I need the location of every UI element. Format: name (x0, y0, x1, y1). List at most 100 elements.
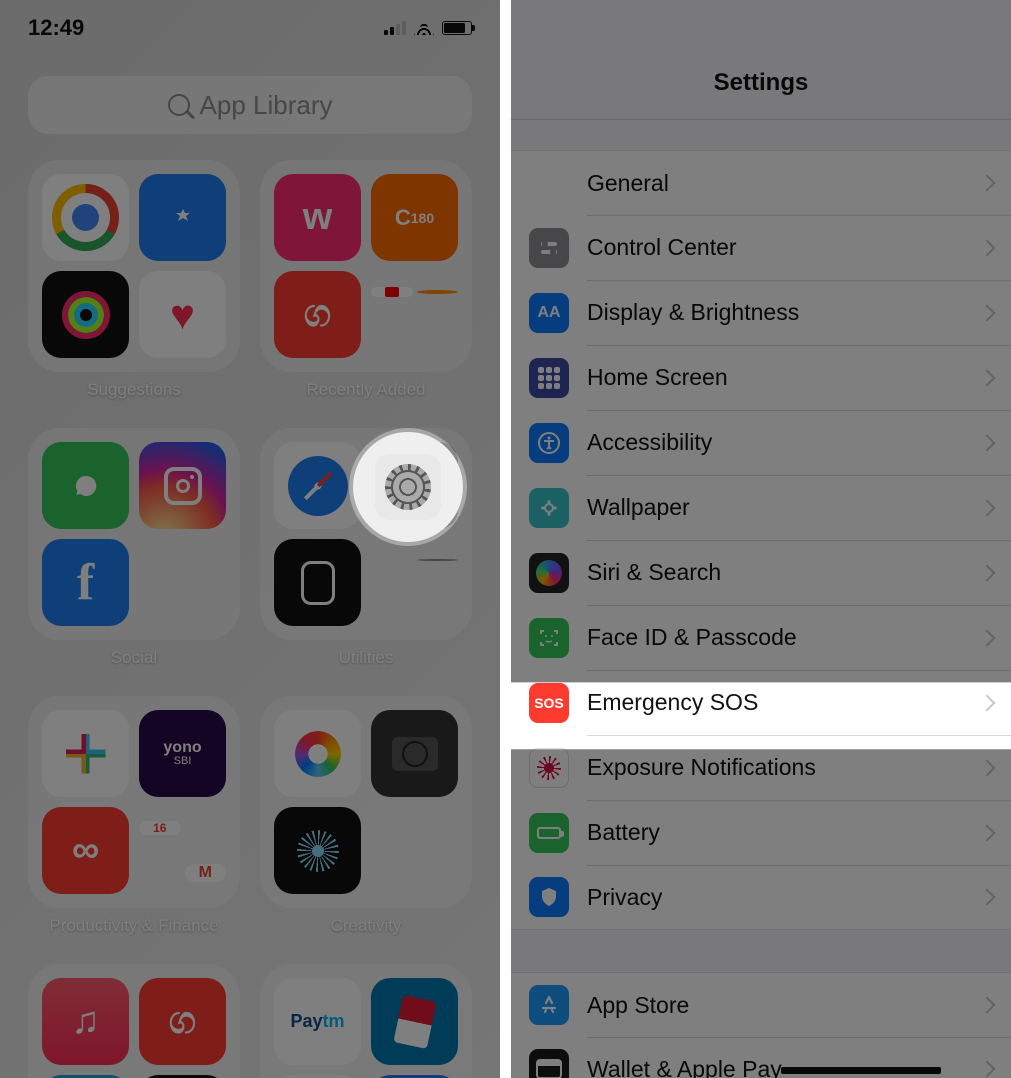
app-cluster[interactable] (371, 271, 458, 358)
chevron-right-icon (979, 239, 996, 256)
app-icon[interactable]: C180 (371, 174, 458, 261)
row-display-brightness[interactable]: AA Display & Brightness (511, 280, 1011, 345)
app-facebook[interactable]: f (42, 539, 129, 626)
app-icon[interactable]: ග (139, 978, 226, 1065)
siri-icon (529, 553, 569, 593)
app-icon[interactable]: ∞ (42, 807, 129, 894)
battery-icon (442, 21, 472, 35)
side-by-side: 12:49 App Library ♥ Sugg (0, 0, 1011, 1078)
app-app-store[interactable] (139, 174, 226, 261)
app-dominos[interactable] (371, 978, 458, 1065)
row-exposure-notifications[interactable]: Exposure Notifications (511, 735, 1011, 800)
app-settings-highlighted[interactable] (375, 454, 441, 520)
chevron-right-icon (979, 499, 996, 516)
chevron-right-icon (979, 369, 996, 386)
accessibility-icon (529, 423, 569, 463)
app-cluster[interactable]: 16 M (139, 807, 226, 894)
row-wallet-apple-pay[interactable]: Wallet & Apple Pay (511, 1037, 1011, 1078)
app-chrome[interactable] (42, 174, 129, 261)
app-whatsapp[interactable] (42, 442, 129, 529)
row-accessibility[interactable]: Accessibility (511, 410, 1011, 475)
status-time: 12:49 (28, 15, 84, 41)
app-cluster[interactable] (371, 807, 458, 894)
home-screen-icon (529, 358, 569, 398)
chevron-right-icon (979, 889, 996, 906)
folder-partial[interactable]: ♫ ග primevideo N (28, 964, 240, 1078)
exposure-icon (529, 748, 569, 788)
chevron-right-icon (979, 759, 996, 776)
settings-list[interactable]: General Control Center AA Display & Brig… (511, 150, 1011, 1078)
chevron-right-icon (979, 304, 996, 321)
pane-divider (500, 0, 511, 1078)
row-siri-search[interactable]: Siri & Search (511, 540, 1011, 605)
row-face-id[interactable]: Face ID & Passcode (511, 605, 1011, 670)
face-id-icon (529, 618, 569, 658)
app-photos[interactable] (274, 710, 361, 797)
search-field[interactable]: App Library (28, 76, 472, 134)
status-bar: 12:49 (0, 0, 500, 56)
chevron-right-icon (979, 175, 996, 192)
row-battery[interactable]: Battery (511, 800, 1011, 865)
row-privacy[interactable]: Privacy (511, 865, 1011, 930)
chevron-right-icon (979, 434, 996, 451)
sos-icon: SOS (529, 683, 569, 723)
folder-grid[interactable]: ♥ Suggestions w C180 ග (28, 160, 472, 1078)
app-watch[interactable] (274, 539, 361, 626)
folder-label: Creativity (331, 916, 402, 936)
app-store-icon (529, 985, 569, 1025)
app-paytm[interactable]: Paytm (274, 978, 361, 1065)
folder-label: Recently Added (306, 380, 425, 400)
app-safari[interactable] (274, 442, 361, 529)
app-icon[interactable] (274, 807, 361, 894)
app-music[interactable]: ♫ (42, 978, 129, 1065)
redaction-bar (781, 1067, 941, 1074)
app-icon[interactable]: ග (274, 271, 361, 358)
settings-screen: 12:49 Settings General Control Center (511, 0, 1011, 1078)
app-slack[interactable] (42, 710, 129, 797)
row-general[interactable]: General (511, 150, 1011, 215)
gear-icon (529, 163, 569, 203)
display-icon: AA (529, 293, 569, 333)
control-center-icon (529, 228, 569, 268)
app-library-screen: 12:49 App Library ♥ Sugg (0, 0, 500, 1078)
app-camera[interactable] (371, 710, 458, 797)
app-health[interactable]: ♥ (139, 271, 226, 358)
settings-group: General Control Center AA Display & Brig… (511, 150, 1011, 930)
chevron-right-icon (979, 824, 996, 841)
row-home-screen[interactable]: Home Screen (511, 345, 1011, 410)
row-app-store[interactable]: App Store (511, 972, 1011, 1037)
privacy-icon (529, 877, 569, 917)
app-icon[interactable]: w (274, 174, 361, 261)
folder-social[interactable]: f Social (28, 428, 240, 668)
chevron-right-icon (979, 564, 996, 581)
chevron-right-icon (979, 629, 996, 646)
folder-label: Social (111, 648, 157, 668)
folder-recently-added[interactable]: w C180 ග Recently Added (260, 160, 472, 400)
chevron-right-icon (979, 1061, 996, 1078)
folder-productivity-finance[interactable]: yonoSBI ∞ 16 M Productivity & Finance (28, 696, 240, 936)
settings-group: App Store Wallet & Apple Pay (511, 972, 1011, 1078)
highlight-circle (353, 432, 463, 542)
wallpaper-icon (529, 488, 569, 528)
app-cluster[interactable] (139, 539, 226, 626)
search-icon (168, 94, 190, 116)
chevron-right-icon (979, 997, 996, 1014)
row-emergency-sos[interactable]: SOS Emergency SOS (511, 670, 1011, 735)
folder-label: Suggestions (87, 380, 181, 400)
folder-suggestions[interactable]: ♥ Suggestions (28, 160, 240, 400)
row-wallpaper[interactable]: Wallpaper (511, 475, 1011, 540)
battery-row-icon (529, 813, 569, 853)
folder-label: Productivity & Finance (49, 916, 218, 936)
folder-creativity[interactable]: Creativity (260, 696, 472, 936)
chevron-right-icon (979, 694, 996, 711)
nav-title: Settings (511, 0, 1011, 120)
folder-label: Utilities (339, 648, 394, 668)
app-yono[interactable]: yonoSBI (139, 710, 226, 797)
row-control-center[interactable]: Control Center (511, 215, 1011, 280)
folder-partial[interactable]: Paytm amazon (260, 964, 472, 1078)
app-instagram[interactable] (139, 442, 226, 529)
app-cluster[interactable] (371, 539, 458, 626)
app-fitness[interactable] (42, 271, 129, 358)
search-placeholder: App Library (200, 90, 333, 121)
wallet-icon (529, 1049, 569, 1078)
